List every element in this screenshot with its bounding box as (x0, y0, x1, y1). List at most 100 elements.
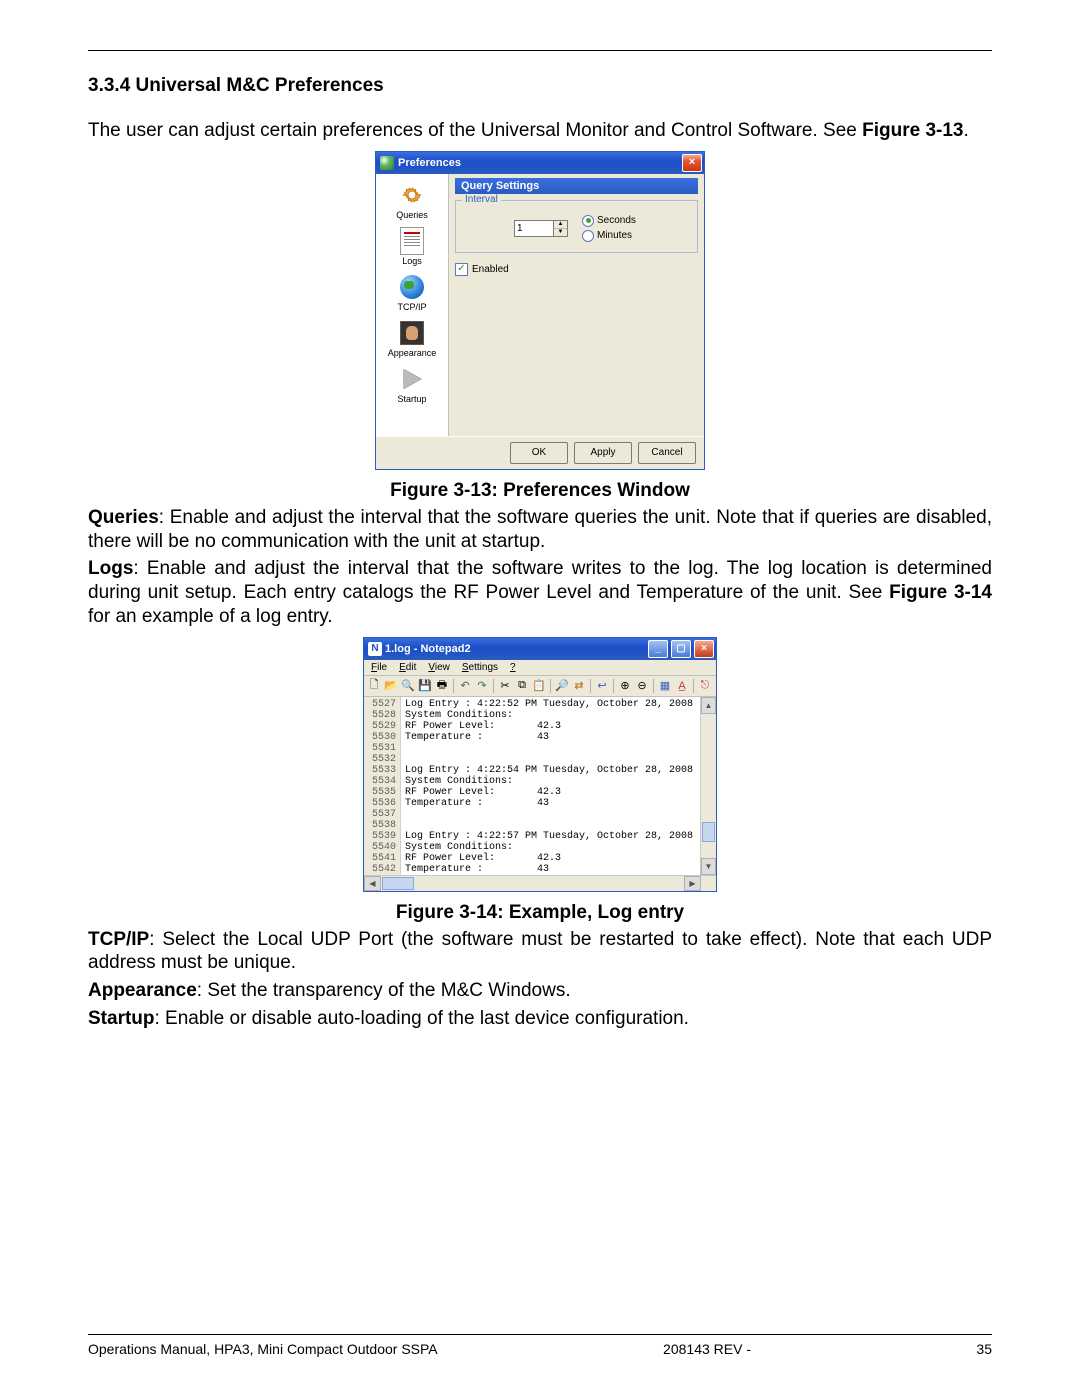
vertical-scroll-thumb[interactable] (702, 822, 715, 842)
scroll-left-icon[interactable]: ◀ (364, 876, 381, 891)
spinner-buttons[interactable]: ▲ ▼ (553, 220, 568, 237)
sidebar-item-label: Logs (402, 256, 422, 266)
vertical-scrollbar[interactable]: ▲ ▼ (700, 697, 716, 875)
find-icon[interactable]: 🔎 (554, 678, 570, 694)
appearance-text: : Set the transparency of the M&C Window… (197, 980, 571, 1001)
save-icon[interactable]: 💾 (417, 678, 433, 694)
close-button[interactable]: × (682, 154, 702, 172)
tcpip-text: : Select the Local UDP Port (the softwar… (88, 929, 992, 974)
horizontal-scrollbar[interactable]: ◀ ▶ (364, 875, 716, 891)
logs-tail: for an example of a log entry. (88, 606, 333, 627)
sidebar-item-queries[interactable]: Queries (376, 180, 448, 224)
intro-period: . (964, 120, 969, 141)
ok-button[interactable]: OK (510, 442, 568, 464)
toolbar-separator (453, 679, 454, 693)
radio-minutes-row[interactable]: Minutes (582, 230, 636, 242)
copy-icon[interactable]: ⧉ (514, 678, 530, 694)
figure-2-caption: Figure 3-14: Example, Log entry (88, 902, 992, 924)
app-icon (380, 156, 394, 170)
enabled-checkbox[interactable]: ✓ (455, 263, 468, 276)
notepad-titlebar[interactable]: N 1.log - Notepad2 _ ▢ × (364, 638, 716, 660)
wordwrap-icon[interactable]: ↩ (594, 678, 610, 694)
close-button[interactable]: × (694, 640, 714, 658)
startup-paragraph: Startup: Enable or disable auto-loading … (88, 1007, 992, 1031)
menu-file[interactable]: File (366, 661, 392, 674)
preferences-titlebar[interactable]: Preferences × (376, 152, 704, 174)
notepad-menubar: File Edit View Settings ? (364, 660, 716, 676)
preferences-main: Query Settings Interval ▲ ▼ (449, 174, 704, 436)
startup-bold: Startup (88, 1008, 155, 1029)
interval-fieldset: Interval ▲ ▼ (455, 200, 698, 253)
replace-icon[interactable]: ⇄ (571, 678, 587, 694)
zoom-out-icon[interactable]: ⊖ (634, 678, 650, 694)
interval-legend: Interval (462, 194, 501, 205)
notepad-line-gutter: 5527 5528 5529 5530 5531 5532 5533 5534 … (364, 697, 401, 875)
page-footer: Operations Manual, HPA3, Mini Compact Ou… (88, 1334, 992, 1357)
radio-seconds-label: Seconds (597, 215, 636, 226)
exit-icon[interactable]: ⎋ (697, 678, 713, 694)
notepad-window: N 1.log - Notepad2 _ ▢ × File Edit View … (363, 637, 717, 892)
cut-icon[interactable]: ✂ (497, 678, 513, 694)
preferences-window: Preferences × Queries Logs (375, 151, 705, 470)
scroll-right-icon[interactable]: ▶ (684, 876, 701, 891)
radio-minutes[interactable] (582, 230, 594, 242)
sidebar-item-label: Appearance (388, 348, 437, 358)
preferences-sidebar: Queries Logs TCP/IP Appearance (376, 174, 449, 436)
apply-button[interactable]: Apply (574, 442, 632, 464)
radio-seconds[interactable] (582, 215, 594, 227)
query-settings-header: Query Settings (455, 178, 698, 194)
paste-icon[interactable]: 📋 (531, 678, 547, 694)
sidebar-item-logs[interactable]: Logs (376, 226, 448, 270)
scroll-corner (701, 876, 716, 891)
tcpip-paragraph: TCP/IP: Select the Local UDP Port (the s… (88, 928, 992, 976)
print-icon[interactable]: 🖶 (434, 678, 450, 694)
enabled-label: Enabled (472, 264, 509, 275)
footer-left: Operations Manual, HPA3, Mini Compact Ou… (88, 1341, 438, 1357)
intro-fig-ref: Figure 3-13 (862, 120, 963, 141)
queries-bold: Queries (88, 507, 159, 528)
horizontal-scroll-thumb[interactable] (382, 877, 414, 890)
cancel-button[interactable]: Cancel (638, 442, 696, 464)
sidebar-item-appearance[interactable]: Appearance (376, 318, 448, 362)
style-icon[interactable]: A̲ (674, 678, 690, 694)
logs-bold: Logs (88, 558, 133, 579)
logs-paragraph: Logs: Enable and adjust the interval tha… (88, 557, 992, 628)
open-icon[interactable]: 📂 (383, 678, 399, 694)
redo-icon[interactable]: ↷ (474, 678, 490, 694)
toolbar-separator (550, 679, 551, 693)
sidebar-item-startup[interactable]: Startup (376, 364, 448, 408)
browse-icon[interactable]: 🔍 (400, 678, 416, 694)
toolbar-separator (653, 679, 654, 693)
menu-edit[interactable]: Edit (394, 661, 421, 674)
notepad-text-area[interactable]: Log Entry : 4:22:52 PM Tuesday, October … (401, 697, 700, 875)
toolbar-separator (493, 679, 494, 693)
enabled-row[interactable]: ✓ Enabled (455, 263, 698, 276)
sidebar-item-label: Queries (396, 210, 428, 220)
radio-seconds-row[interactable]: Seconds (582, 215, 636, 227)
menu-help[interactable]: ? (505, 661, 521, 674)
menu-settings[interactable]: Settings (457, 661, 503, 674)
menu-view[interactable]: View (423, 661, 455, 674)
footer-center: 208143 REV - (663, 1341, 751, 1357)
appearance-bold: Appearance (88, 980, 197, 1001)
toolbar-separator (693, 679, 694, 693)
appearance-paragraph: Appearance: Set the transparency of the … (88, 979, 992, 1003)
logs-text: : Enable and adjust the interval that th… (88, 558, 992, 603)
scroll-down-icon[interactable]: ▼ (701, 858, 716, 875)
zoom-in-icon[interactable]: ⊕ (617, 678, 633, 694)
minimize-button[interactable]: _ (648, 640, 668, 658)
undo-icon[interactable]: ↶ (457, 678, 473, 694)
interval-input[interactable] (514, 220, 553, 237)
tcpip-bold: TCP/IP (88, 929, 149, 950)
scheme-icon[interactable]: ▦ (657, 678, 673, 694)
sidebar-item-tcpip[interactable]: TCP/IP (376, 272, 448, 316)
spinner-down-icon[interactable]: ▼ (554, 229, 567, 236)
toolbar-separator (613, 679, 614, 693)
interval-spinner[interactable]: ▲ ▼ (514, 220, 568, 237)
maximize-button[interactable]: ▢ (671, 640, 691, 658)
intro-paragraph: The user can adjust certain preferences … (88, 119, 992, 143)
new-icon[interactable]: 🗋 (366, 678, 382, 694)
play-icon (399, 366, 425, 392)
footer-right: 35 (976, 1341, 992, 1357)
spinner-up-icon[interactable]: ▲ (554, 221, 567, 229)
